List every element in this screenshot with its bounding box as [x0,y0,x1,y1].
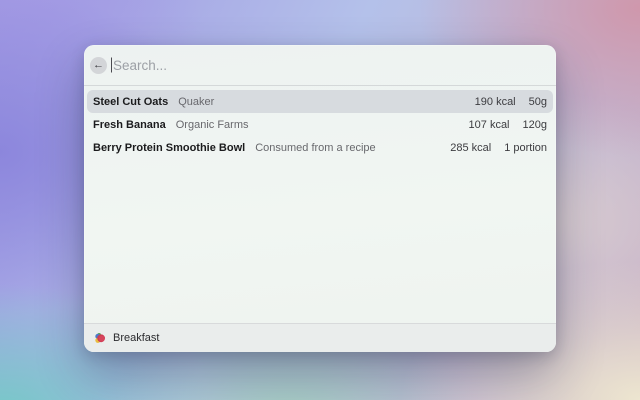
food-kcal: 190 kcal [474,95,516,108]
food-brand: Quaker [178,95,215,108]
food-amount: 50g [528,95,547,108]
food-kcal: 107 kcal [468,118,510,131]
text-caret [111,57,112,73]
results-list: Steel Cut Oats Quaker 190 kcal 50g Fresh… [84,86,556,323]
result-row[interactable]: Steel Cut Oats Quaker 190 kcal 50g [87,90,553,113]
search-bar: ← [84,45,556,86]
back-button[interactable]: ← [90,56,107,74]
food-brand: Organic Farms [175,118,249,131]
result-row[interactable]: Fresh Banana Organic Farms 107 kcal 120g [87,113,553,136]
search-input[interactable] [110,57,546,73]
search-field-wrap [110,57,546,73]
food-app-icon [95,333,105,343]
food-amount: 120g [522,118,547,131]
food-name: Fresh Banana [93,118,166,131]
arrow-left-icon: ← [93,58,104,71]
desktop-wallpaper: ← Steel Cut Oats Quaker 190 kcal 50g Fre… [0,0,640,400]
food-name: Steel Cut Oats [93,95,169,108]
food-name: Berry Protein Smoothie Bowl [93,141,246,154]
food-search-window: ← Steel Cut Oats Quaker 190 kcal 50g Fre… [84,45,556,352]
food-kcal: 285 kcal [450,141,492,154]
footer-bar: Breakfast [84,323,556,352]
meal-context-label: Breakfast [113,332,160,344]
food-brand: Consumed from a recipe [255,141,376,154]
result-row[interactable]: Berry Protein Smoothie Bowl Consumed fro… [87,136,553,159]
food-amount: 1 portion [504,141,547,154]
